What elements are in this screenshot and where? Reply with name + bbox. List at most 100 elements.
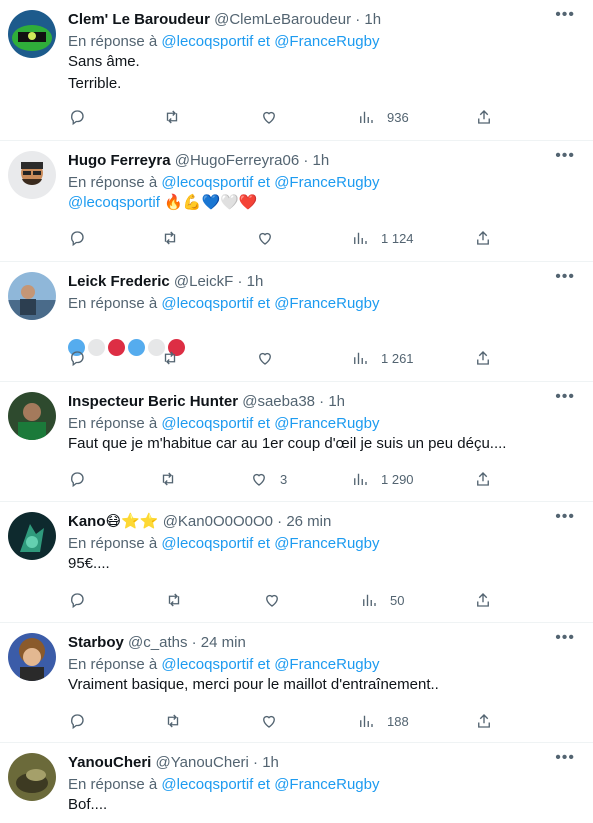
tweet[interactable]: ••• YanouCheri @YanouCheri · 1h En répon… [0, 743, 593, 823]
tweet[interactable]: ••• Starboy @c_aths · 24 min En réponse … [0, 623, 593, 743]
reply-prefix: En réponse à [68, 776, 158, 793]
views-button[interactable]: 188 [357, 711, 409, 731]
separator-dot: · [277, 513, 283, 530]
views-button[interactable]: 50 [360, 590, 404, 610]
author-handle[interactable]: @HugoFerreyra06 [175, 152, 299, 169]
reply-mention-link[interactable]: @FranceRugby [274, 656, 379, 673]
views-button[interactable]: 1 261 [351, 348, 414, 368]
avatar[interactable] [8, 151, 56, 199]
avatar[interactable] [8, 272, 56, 320]
retweet-button[interactable] [164, 711, 182, 731]
tweet-time[interactable]: 1h [262, 754, 279, 771]
views-button[interactable]: 936 [357, 107, 409, 127]
retweet-button[interactable] [159, 469, 177, 489]
reply-mention-link[interactable]: @FranceRugby [274, 33, 379, 50]
share-button[interactable] [474, 469, 492, 489]
reply-mention-link[interactable]: @lecoqsportif [161, 295, 253, 312]
retweet-icon [164, 231, 176, 245]
reply-mention-link[interactable]: @lecoqsportif [161, 776, 253, 793]
heart-icon [253, 473, 265, 486]
reply-mention-link[interactable]: @lecoqsportif [161, 415, 253, 432]
reply-mention-link[interactable]: @FranceRugby [274, 295, 379, 312]
tweet-time[interactable]: 1h [328, 393, 345, 410]
tweet-text: Vraiment basique, merci pour le maillot … [68, 674, 579, 696]
author-name[interactable]: YanouCheri [68, 754, 151, 771]
tweet-time[interactable]: 24 min [201, 634, 246, 651]
tweet-time[interactable]: 1h [364, 11, 381, 28]
author-name[interactable]: Inspecteur Beric Hunter [68, 393, 238, 410]
reply-icon [71, 472, 84, 488]
like-button[interactable] [260, 711, 290, 731]
author-name[interactable]: Hugo Ferreyra [68, 152, 171, 169]
mention-link[interactable]: @lecoqsportif [68, 194, 160, 211]
reply-mention-link[interactable]: @FranceRugby [274, 776, 379, 793]
reply-joiner: et [257, 174, 271, 191]
retweet-button[interactable] [165, 590, 183, 610]
author-handle[interactable]: @LeickF [174, 273, 233, 290]
author-name[interactable]: Clem' Le Baroudeur [68, 11, 210, 28]
avatar[interactable] [8, 753, 56, 801]
reply-joiner: et [257, 535, 271, 552]
reply-button[interactable] [68, 228, 86, 248]
author-handle[interactable]: @saeba38 [242, 393, 315, 410]
author-handle[interactable]: @ClemLeBaroudeur [214, 11, 351, 28]
reply-button[interactable] [68, 711, 86, 731]
tweet[interactable]: ••• Hugo Ferreyra @HugoFerreyra06 · 1h E… [0, 141, 593, 262]
tweet-time[interactable]: 26 min [286, 513, 331, 530]
author-handle[interactable]: @c_aths [128, 634, 187, 651]
views-button[interactable]: 1 290 [351, 469, 414, 489]
like-button[interactable]: 3 [250, 469, 287, 489]
tweet-time[interactable]: 1h [313, 152, 330, 169]
reply-button[interactable] [68, 469, 86, 489]
tweet[interactable]: ••• Kano😷⭐⭐ @Kan0O0O0O0 · 26 min En répo… [0, 502, 593, 623]
tweet[interactable]: ••• Leick Frederic @LeickF · 1h En répon… [0, 262, 593, 382]
separator-dot: · [355, 11, 361, 28]
reply-joiner: et [257, 295, 271, 312]
share-button[interactable] [475, 107, 493, 127]
retweet-button[interactable] [161, 228, 179, 248]
retweet-button[interactable] [163, 107, 181, 127]
views-icon [354, 232, 367, 244]
reply-joiner: et [257, 415, 271, 432]
retweet-button[interactable] [161, 348, 179, 368]
reply-mention-link[interactable]: @FranceRugby [274, 174, 379, 191]
like-button[interactable] [260, 107, 290, 127]
author-handle[interactable]: @Kan0O0O0O0 [163, 513, 273, 530]
reply-mention-link[interactable]: @FranceRugby [274, 535, 379, 552]
author-name[interactable]: Starboy [68, 634, 124, 651]
reply-mention-link[interactable]: @FranceRugby [274, 415, 379, 432]
reply-button[interactable] [68, 590, 86, 610]
heart-icon [259, 352, 271, 365]
author-name[interactable]: Kano [68, 513, 106, 530]
reply-button[interactable] [68, 348, 86, 368]
tweet[interactable]: ••• Clem' Le Baroudeur @ClemLeBaroudeur … [0, 0, 593, 141]
share-button[interactable] [474, 348, 492, 368]
reply-mention-link[interactable]: @lecoqsportif [161, 656, 253, 673]
avatar[interactable] [8, 10, 56, 58]
like-button[interactable] [256, 348, 286, 368]
share-button[interactable] [474, 590, 492, 610]
tweet[interactable]: ••• Inspecteur Beric Hunter @saeba38 · 1… [0, 382, 593, 502]
views-icon [360, 111, 373, 123]
views-button[interactable]: 1 124 [351, 228, 414, 248]
reply-mention-link[interactable]: @lecoqsportif [161, 535, 253, 552]
like-button[interactable] [263, 590, 293, 610]
reply-mention-link[interactable]: @lecoqsportif [161, 174, 253, 191]
retweet-icon [168, 593, 180, 607]
share-icon [477, 593, 489, 607]
author-name[interactable]: Leick Frederic [68, 273, 170, 290]
share-icon [478, 714, 490, 728]
author-handle[interactable]: @YanouCheri [156, 754, 249, 771]
like-button[interactable] [256, 228, 286, 248]
tweet-text-line: Bof.... [68, 796, 108, 813]
share-button[interactable] [475, 711, 493, 731]
reply-icon [71, 231, 84, 247]
avatar[interactable] [8, 633, 56, 681]
reply-button[interactable] [68, 107, 86, 127]
tweet-actions: 936 [68, 107, 508, 127]
tweet-time[interactable]: 1h [247, 273, 264, 290]
avatar[interactable] [8, 512, 56, 560]
share-button[interactable] [474, 228, 492, 248]
reply-mention-link[interactable]: @lecoqsportif [161, 33, 253, 50]
avatar[interactable] [8, 392, 56, 440]
